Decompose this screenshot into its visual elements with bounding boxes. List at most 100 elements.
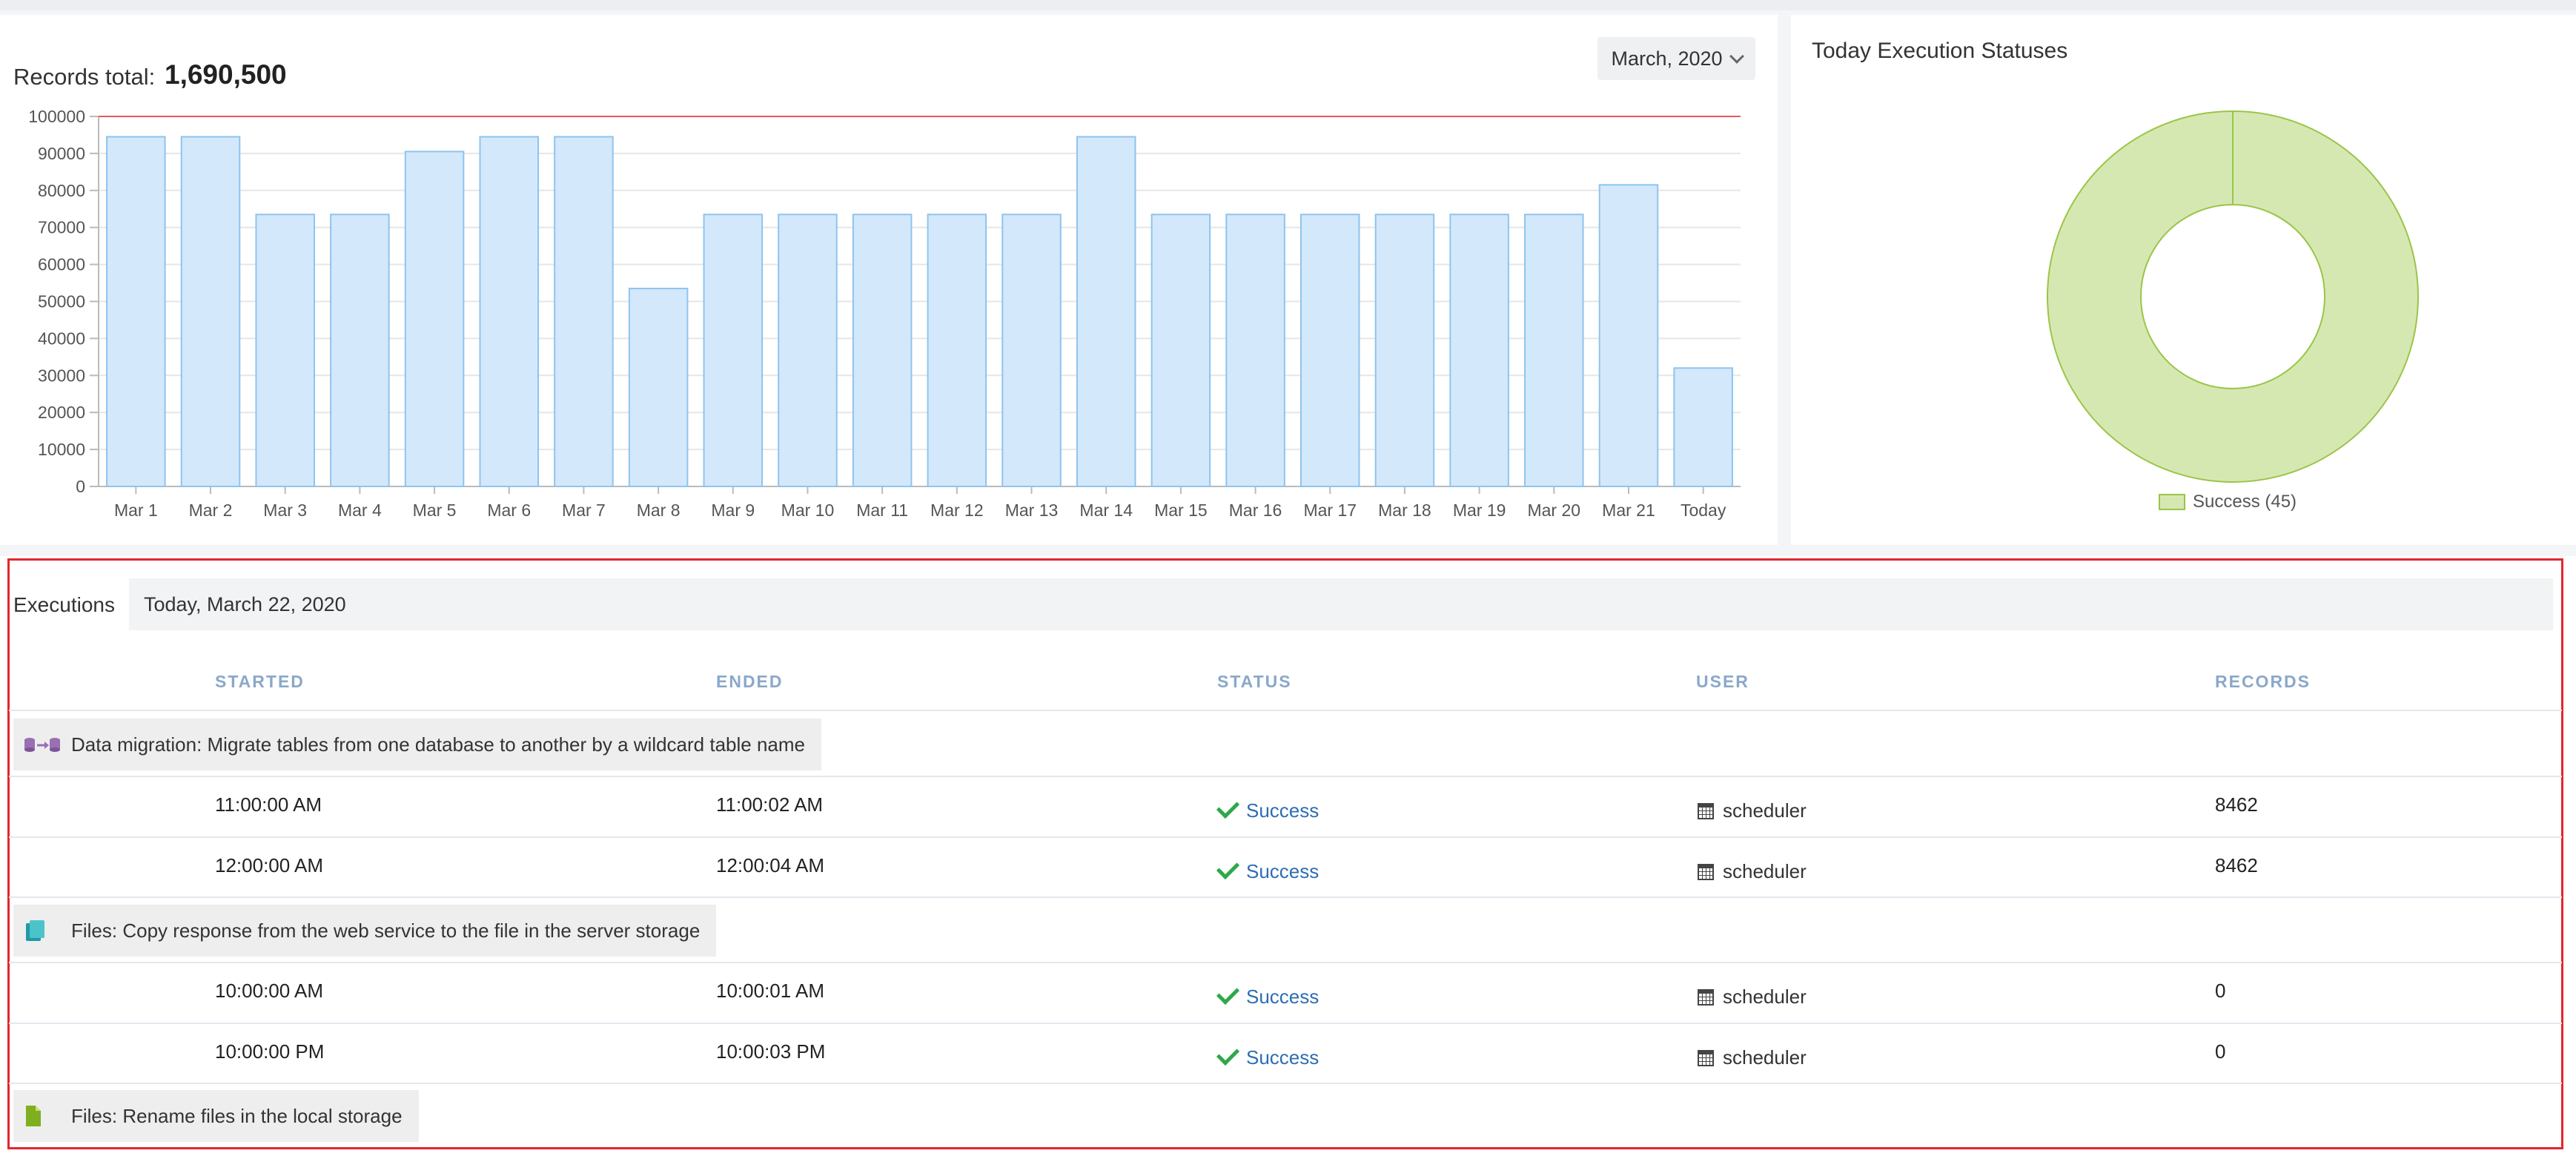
checkmark-icon (1216, 981, 1240, 1006)
cell-user: scheduler (1698, 860, 1807, 883)
cell-records: 0 (2215, 1040, 2226, 1063)
status-label: Success (1246, 860, 1320, 882)
bar (852, 214, 913, 487)
cell-ended: 10:00:03 PM (716, 1040, 826, 1063)
x-tick-label: Mar 10 (781, 501, 835, 520)
calendar-icon (1698, 1049, 1714, 1066)
bar (1225, 214, 1285, 487)
cell-ended: 12:00:04 AM (716, 854, 824, 876)
status-label: Success (1246, 799, 1320, 822)
bar (554, 136, 614, 487)
x-tick-label: Mar 21 (1602, 501, 1655, 520)
bar (628, 288, 689, 487)
x-tick-label: Mar 15 (1154, 501, 1208, 520)
y-tick-label: 20000 (38, 403, 85, 422)
user-label: scheduler (1723, 860, 1807, 882)
status-panel: Today Execution Statuses Success (45) (1791, 15, 2576, 545)
checkmark-icon (1216, 795, 1240, 819)
x-tick-label: Mar 11 (856, 501, 908, 520)
checkmark-icon (1216, 1042, 1240, 1066)
x-tick-label: Mar 17 (1303, 501, 1357, 520)
y-tick-label: 90000 (38, 144, 85, 163)
cell-started: 12:00:00 AM (215, 854, 323, 876)
table-row[interactable]: 11:00:00 AM 11:00:02 AM Success schedule… (9, 777, 2562, 836)
top-strip (0, 0, 2576, 10)
x-tick-label: Mar 6 (487, 501, 531, 520)
x-tick-label: Mar 19 (1453, 501, 1506, 520)
column-header-records[interactable]: RECORDS (2215, 672, 2311, 692)
bar (778, 214, 838, 487)
date-filter-value: Today, March 22, 2020 (144, 592, 346, 615)
column-header-ended[interactable]: ENDED (716, 672, 784, 692)
bar (404, 151, 465, 487)
records-panel: Records total: 1,690,500 March, 2020 0 10… (0, 15, 1778, 545)
bar (180, 136, 241, 487)
status-label: Success (1246, 985, 1320, 1008)
executions-label: Executions (13, 593, 115, 616)
bar (1299, 214, 1360, 487)
cell-started: 10:00:00 AM (215, 980, 323, 1002)
x-tick-label: Mar 9 (711, 501, 755, 520)
table-row[interactable]: 12:00:00 AM 12:00:04 AM Success schedule… (9, 838, 2562, 897)
bar (1673, 367, 1733, 487)
cell-started: 11:00:00 AM (215, 793, 322, 816)
column-header-status[interactable]: STATUS (1217, 672, 1292, 692)
records-bar-chart: 0 10000 20000 30000 40000 50000 60000 70000 8000… (28, 107, 1741, 520)
y-tick-label: 0 (76, 477, 85, 496)
cell-user: scheduler (1698, 1046, 1807, 1069)
y-tick-label: 10000 (38, 440, 85, 459)
cell-records: 8462 (2215, 854, 2258, 876)
bar (479, 136, 540, 487)
row-divider (9, 897, 2562, 898)
legend-label: Success (45) (2193, 492, 2297, 512)
status-label: Success (1246, 1046, 1320, 1069)
y-tick-label: 70000 (38, 218, 85, 237)
job-group-header[interactable]: Files: Rename files in the local storage (13, 1090, 419, 1142)
job-group-header[interactable]: Data migration: Migrate tables from one … (13, 719, 821, 770)
cell-status[interactable]: Success (1216, 1042, 1320, 1069)
x-tick-label: Mar 1 (114, 501, 158, 520)
cell-status[interactable]: Success (1216, 981, 1320, 1008)
job-title: Files: Copy response from the web servic… (71, 919, 701, 942)
x-tick-label: Mar 16 (1229, 501, 1282, 520)
status-donut-chart (2046, 110, 2419, 483)
x-tick-label: Mar 14 (1079, 501, 1133, 520)
bar (255, 214, 315, 487)
database-migration-icon (24, 732, 61, 757)
x-tick-label: Mar 18 (1378, 501, 1431, 520)
x-tick-label: Mar 4 (338, 501, 382, 520)
cell-status[interactable]: Success (1216, 795, 1320, 822)
cell-records: 0 (2215, 980, 2226, 1002)
x-tick-label: Mar 8 (637, 501, 681, 520)
user-label: scheduler (1723, 985, 1807, 1008)
y-tick-label: 50000 (38, 292, 85, 311)
status-legend[interactable]: Success (45) (2159, 492, 2297, 512)
date-filter[interactable]: Today, March 22, 2020 (129, 578, 2553, 630)
cell-user: scheduler (1698, 985, 1807, 1008)
column-header-started[interactable]: STARTED (215, 672, 305, 692)
bar (106, 136, 166, 487)
x-tick-label: Mar 20 (1527, 501, 1580, 520)
bar (1076, 136, 1136, 487)
cell-status[interactable]: Success (1216, 856, 1320, 883)
cell-ended: 10:00:01 AM (716, 980, 824, 1002)
calendar-icon (1698, 863, 1714, 880)
bar (1150, 214, 1211, 487)
job-title: Data migration: Migrate tables from one … (71, 733, 805, 756)
x-tick-label: Mar 12 (930, 501, 984, 520)
y-tick-label: 60000 (38, 255, 85, 274)
column-header-user[interactable]: USER (1696, 672, 1749, 692)
bar (1524, 214, 1584, 487)
header-divider (9, 710, 2562, 711)
x-tick-label: Mar 5 (413, 501, 457, 520)
executions-panel: Executions Today, March 22, 2020 STARTED… (0, 556, 2576, 1159)
job-group-header[interactable]: Files: Copy response from the web servic… (13, 905, 717, 957)
user-label: scheduler (1723, 799, 1807, 822)
calendar-icon (1698, 988, 1714, 1006)
y-tick-label: 30000 (38, 366, 85, 385)
bar (1598, 184, 1659, 487)
bar (330, 214, 390, 487)
bar (1374, 214, 1435, 487)
table-row[interactable]: 10:00:00 PM 10:00:03 PM Success schedule… (9, 1024, 2562, 1083)
table-row[interactable]: 10:00:00 AM 10:00:01 AM Success schedule… (9, 963, 2562, 1023)
